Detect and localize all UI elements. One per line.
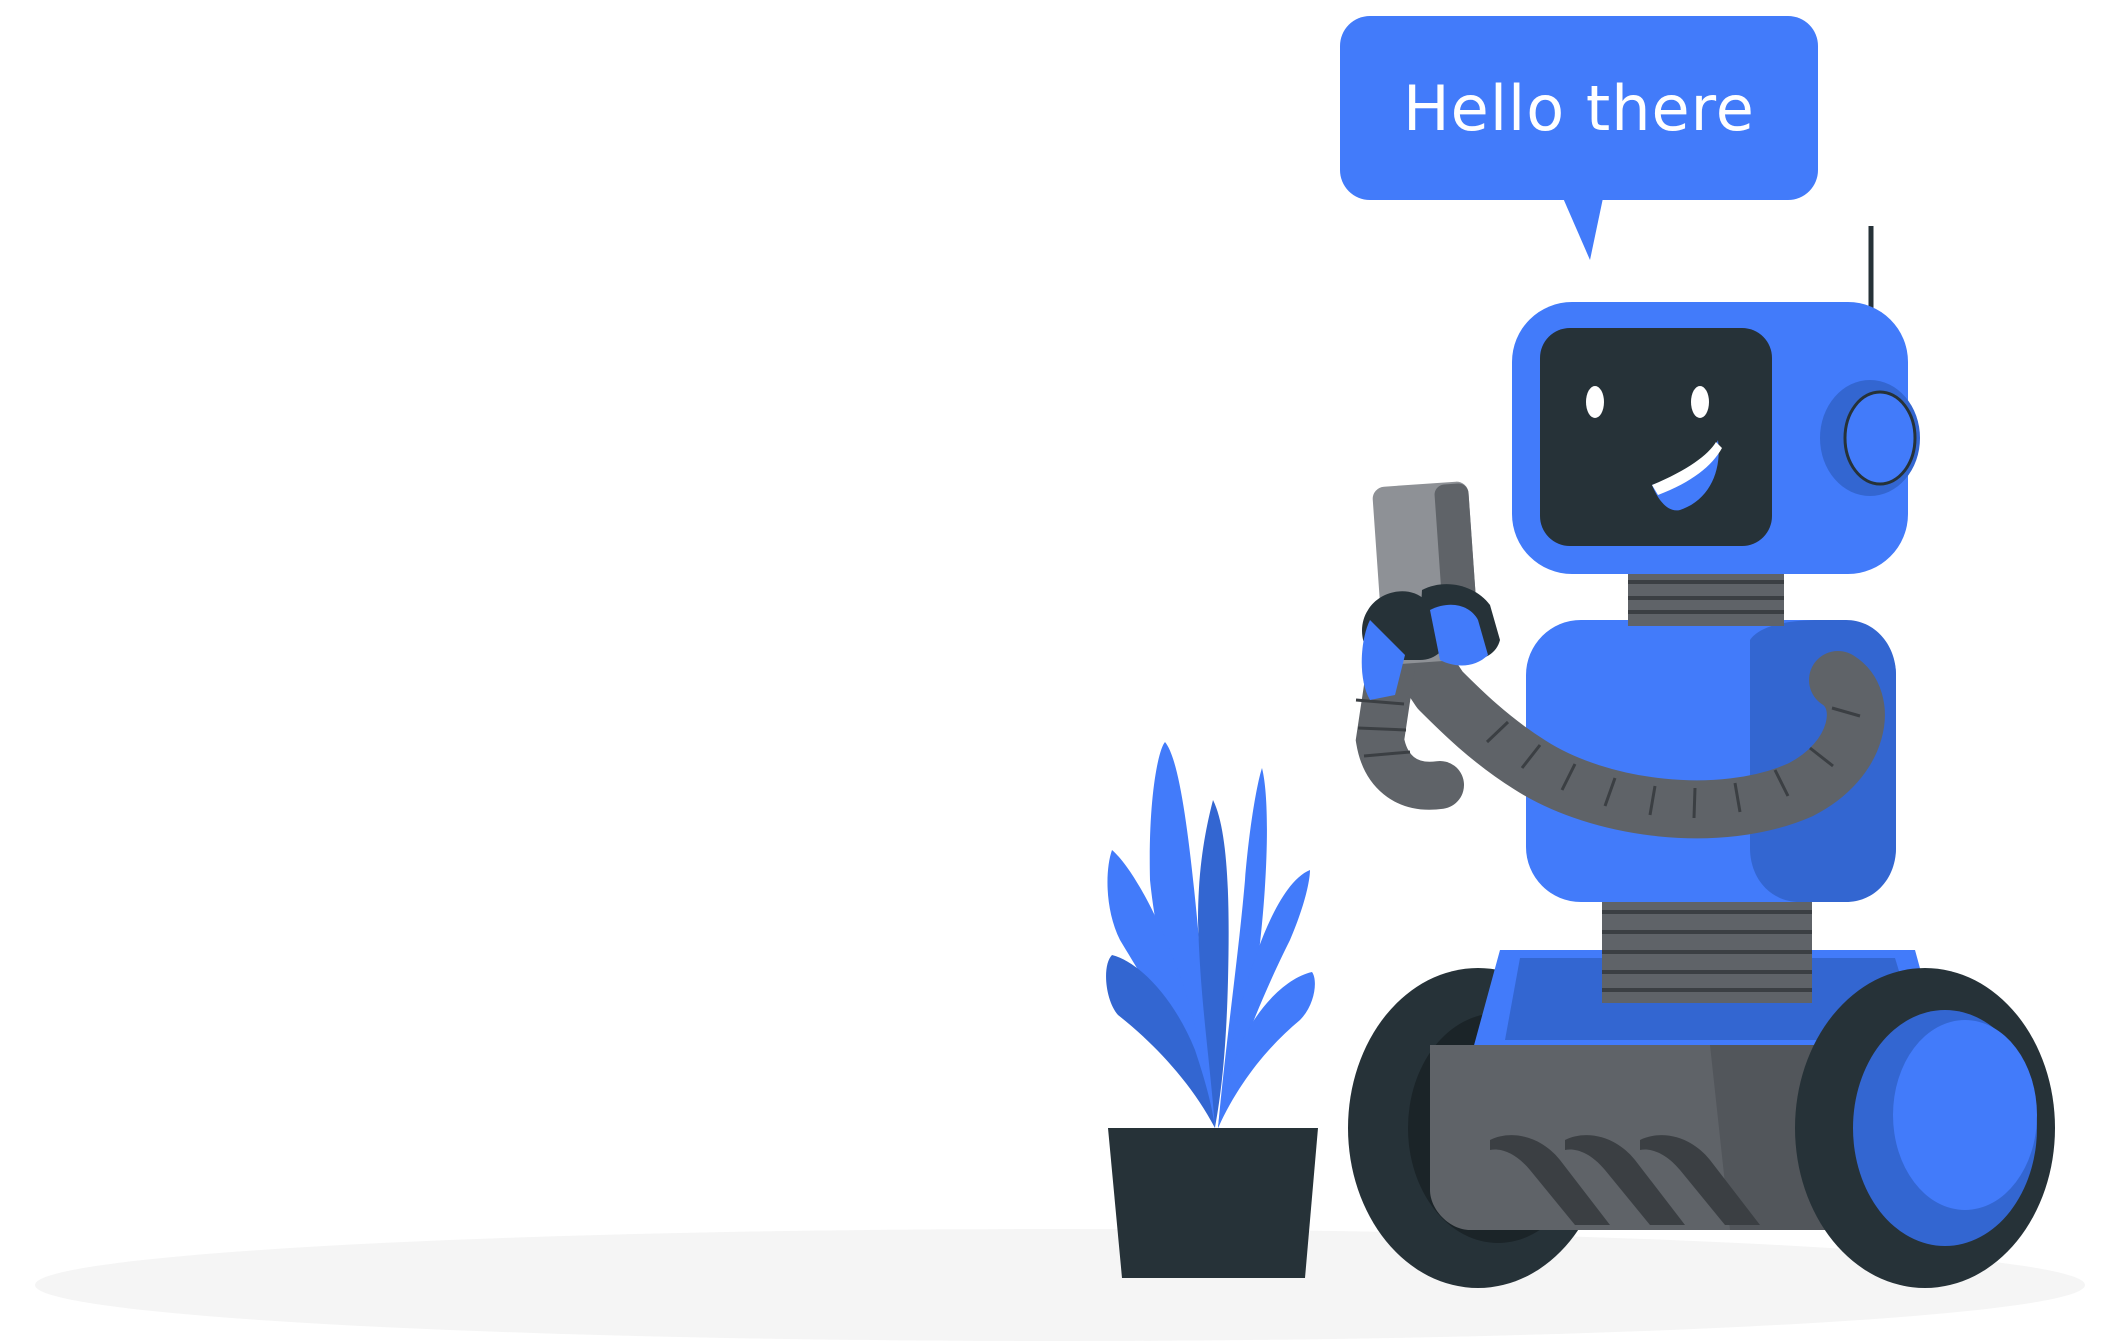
potted-plant-icon (1106, 742, 1318, 1278)
speech-bubble (1340, 16, 1818, 260)
floor-shadow (35, 1229, 2085, 1341)
robot-icon (1348, 302, 2055, 1288)
robot-illustration (35, 16, 2085, 1341)
